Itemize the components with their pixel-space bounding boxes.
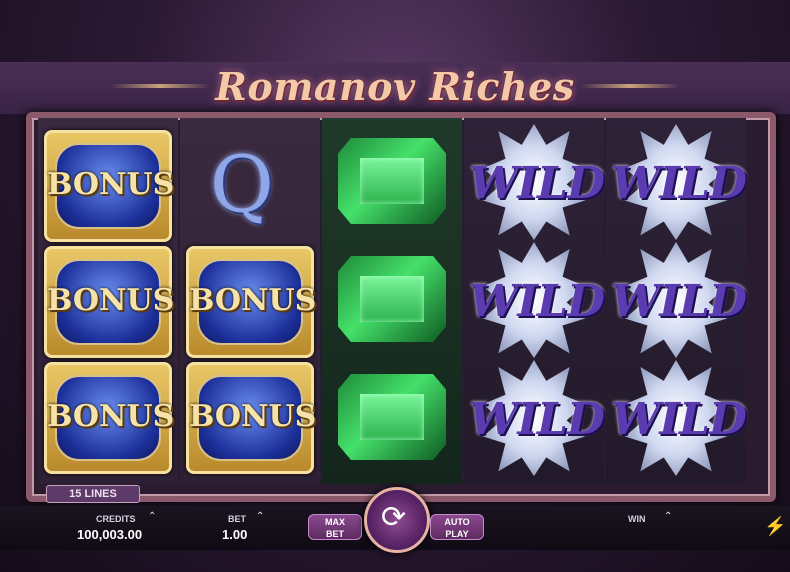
bet-value: 1.00 [222,527,248,542]
credits-value: 100,003.00 [77,527,143,542]
reel-2: Q BONUS BONUS [180,118,320,484]
bonus-symbol: BONUS [186,362,317,474]
bonus-symbol-label: BONUS [47,167,175,202]
reel-3 [322,118,462,484]
bonus-symbol-label: BONUS [47,283,175,318]
wild-symbol: WILD [611,242,747,358]
emerald-icon [338,256,446,342]
reel-4: WILD WILD WILD [464,118,605,484]
wild-symbol-label: WILD [469,276,605,327]
queen-symbol: Q [210,140,274,230]
bonus-symbol-label: BONUS [47,399,175,434]
reel-5: WILD WILD WILD [606,118,747,484]
caret-up-icon[interactable]: ⌃ [148,511,156,522]
reel-1: BONUS BONUS BONUS [38,118,178,484]
wild-symbol: WILD [469,242,605,358]
win-label: WIN [628,514,646,524]
emerald-icon [338,138,446,224]
auto-play-button[interactable]: AUTO PLAY [430,514,484,540]
auto-play-label-line1: AUTO [444,517,470,527]
wild-symbol: WILD [611,360,747,476]
auto-play-label-line2: PLAY [445,529,469,539]
paylines-badge[interactable]: 15 LINES [46,485,140,503]
wild-symbol-label: WILD [469,394,605,445]
bonus-symbol-label: BONUS [189,399,317,434]
wild-symbol-label: WILD [469,158,605,209]
credits-label: CREDITS [96,514,136,524]
bonus-symbol: BONUS [44,362,175,474]
spin-button[interactable]: ⟳ [364,487,430,553]
max-bet-label-line2: BET [326,529,344,539]
wild-symbol: WILD [611,124,747,240]
max-bet-button[interactable]: MAX BET [308,514,362,540]
bet-label: BET [228,514,246,524]
bonus-symbol: BONUS [186,246,317,358]
caret-up-icon[interactable]: ⌃ [256,511,264,522]
lightning-icon[interactable]: ⚡ [764,516,786,537]
bonus-symbol: BONUS [44,130,175,242]
caret-up-icon[interactable]: ⌃ [664,511,672,522]
spin-icon: ⟳ [381,501,407,534]
wild-symbol: WILD [469,360,605,476]
bonus-symbol: BONUS [44,246,175,358]
bonus-symbol-label: BONUS [189,283,317,318]
game-title: Romanov Riches [215,64,575,109]
wild-symbol-label: WILD [611,394,747,445]
wild-symbol: WILD [469,124,605,240]
wild-symbol-label: WILD [611,158,747,209]
wild-symbol-label: WILD [611,276,747,327]
emerald-icon [338,374,446,460]
max-bet-label-line1: MAX [325,517,345,527]
